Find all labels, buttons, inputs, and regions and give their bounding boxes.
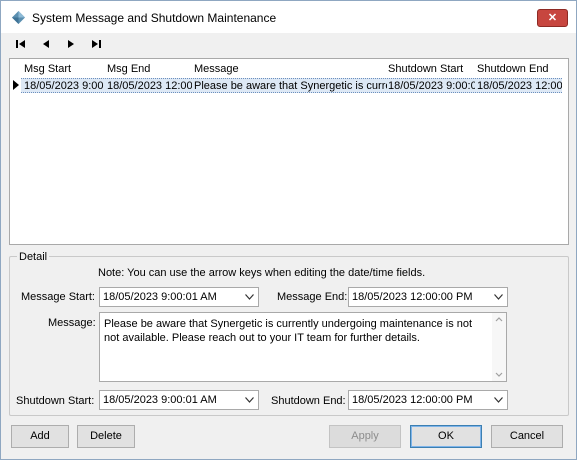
add-button[interactable]: Add (11, 425, 69, 448)
message-end-value[interactable]: 18/05/2023 12:00:00 PM (352, 291, 472, 303)
message-end-picker[interactable]: 18/05/2023 12:00:00 PM (348, 287, 508, 307)
current-row-indicator-icon (13, 80, 19, 90)
cell-msg-start[interactable]: 18/05/2023 9:00: (24, 80, 104, 92)
cell-shutdown-end[interactable]: 18/05/2023 12:00 (477, 80, 562, 92)
chevron-down-icon[interactable] (494, 294, 503, 300)
column-header-message[interactable]: Message (194, 63, 239, 75)
message-start-label: Message Start: (21, 291, 95, 303)
message-grid[interactable]: Msg Start Msg End Message Shutdown Start… (9, 58, 569, 245)
dialog-window: System Message and Shutdown Maintenance … (0, 0, 577, 460)
cell-shutdown-start[interactable]: 18/05/2023 9:00:0 (388, 80, 475, 92)
message-label: Message: (48, 317, 96, 329)
first-record-icon[interactable] (14, 37, 30, 51)
column-header-msg-end[interactable]: Msg End (107, 63, 150, 75)
app-diamond-icon (12, 11, 25, 24)
message-end-label: Message End: (277, 291, 348, 303)
note-text: Note: You can use the arrow keys when ed… (98, 267, 426, 279)
message-text[interactable]: Please be aware that Synergetic is curre… (104, 317, 484, 345)
message-start-value[interactable]: 18/05/2023 9:00:01 AM (103, 291, 217, 303)
next-record-icon[interactable] (64, 37, 80, 51)
close-button[interactable]: ✕ (537, 9, 568, 27)
delete-button[interactable]: Delete (77, 425, 135, 448)
shutdown-end-picker[interactable]: 18/05/2023 12:00:00 PM (348, 390, 508, 410)
shutdown-start-label: Shutdown Start: (16, 395, 95, 407)
cancel-button[interactable]: Cancel (491, 425, 563, 448)
shutdown-start-picker[interactable]: 18/05/2023 9:00:01 AM (99, 390, 259, 410)
table-row[interactable]: 18/05/2023 9:00: 18/05/2023 12:00 Please… (21, 78, 562, 93)
message-textarea[interactable]: Please be aware that Synergetic is curre… (99, 312, 507, 382)
cell-message[interactable]: Please be aware that Synergetic is curre (194, 80, 387, 92)
column-header-shutdown-start[interactable]: Shutdown Start (388, 63, 463, 75)
column-header-msg-start[interactable]: Msg Start (24, 63, 71, 75)
column-header-shutdown-end[interactable]: Shutdown End (477, 63, 549, 75)
vertical-scrollbar[interactable] (492, 313, 506, 381)
last-record-icon[interactable] (89, 37, 105, 51)
prior-record-icon[interactable] (39, 37, 55, 51)
chevron-down-icon[interactable] (494, 397, 503, 403)
chevron-down-icon[interactable] (245, 397, 254, 403)
shutdown-start-value[interactable]: 18/05/2023 9:00:01 AM (103, 394, 217, 406)
message-start-picker[interactable]: 18/05/2023 9:00:01 AM (99, 287, 259, 307)
shutdown-end-label: Shutdown End: (271, 395, 346, 407)
chevron-down-icon[interactable] (245, 294, 254, 300)
detail-legend: Detail (17, 251, 50, 263)
apply-button[interactable]: Apply (329, 425, 401, 448)
shutdown-end-value[interactable]: 18/05/2023 12:00:00 PM (352, 394, 472, 406)
ok-button[interactable]: OK (410, 425, 482, 448)
title-bar[interactable]: System Message and Shutdown Maintenance … (1, 1, 576, 33)
window-title: System Message and Shutdown Maintenance (32, 11, 277, 25)
cell-msg-end[interactable]: 18/05/2023 12:00 (107, 80, 192, 92)
